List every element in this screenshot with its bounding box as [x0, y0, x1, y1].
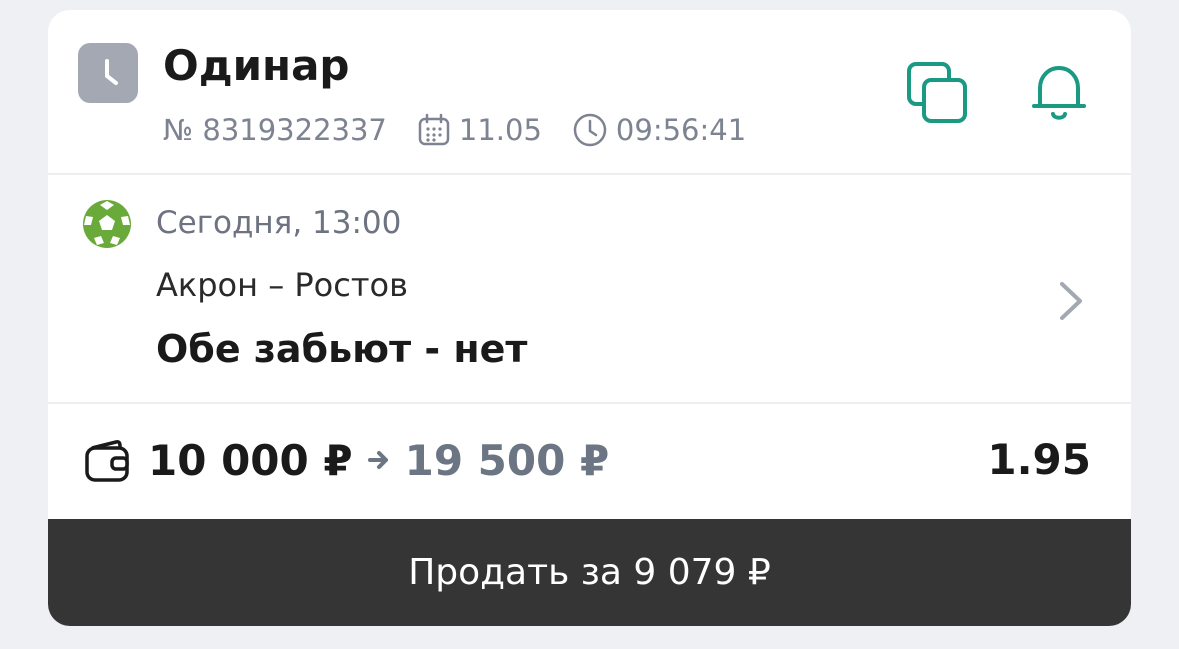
notification-button[interactable] [1026, 58, 1092, 128]
odds-value: 1.95 [987, 435, 1091, 484]
bet-selection: Обе забьют - нет [156, 327, 528, 371]
bet-date: 11.05 [458, 113, 542, 147]
bet-number: № 8319322337 [163, 113, 387, 147]
stake-amount: 10 000 ₽ [148, 435, 353, 485]
amount-row: 10 000 ₽ 19 500 ₽ [148, 434, 609, 486]
arrow-right-icon [367, 451, 388, 469]
copy-icon [907, 62, 967, 123]
calendar-icon [418, 113, 450, 146]
event-start-time: Сегодня, 13:00 [156, 205, 402, 241]
event-teams: Акрон – Ростов [156, 266, 408, 304]
bet-header: Одинар № 8319322337 11.05 09:56:41 [48, 10, 1131, 173]
bet-card: Одинар № 8319322337 11.05 09:56:41 Сегод… [48, 10, 1131, 626]
sell-button[interactable]: Продать за 9 079 ₽ [48, 519, 1131, 626]
bet-amounts: 10 000 ₽ 19 500 ₽ 1.95 [48, 404, 1131, 519]
event-row[interactable]: Сегодня, 13:00 Акрон – Ростов Обе забьют… [48, 175, 1131, 402]
wallet-icon [85, 440, 129, 482]
soccer-ball-icon [83, 200, 131, 248]
chevron-right-icon [1060, 282, 1082, 320]
bell-icon [1032, 66, 1086, 120]
clock-icon [573, 113, 607, 147]
bet-meta: № 8319322337 11.05 09:56:41 [163, 110, 746, 150]
potential-win-amount: 19 500 ₽ [404, 435, 610, 485]
pending-clock-icon [78, 43, 138, 103]
bet-time: 09:56:41 [615, 113, 747, 147]
bet-type-title: Одинар [163, 41, 350, 90]
copy-button[interactable] [905, 60, 971, 126]
